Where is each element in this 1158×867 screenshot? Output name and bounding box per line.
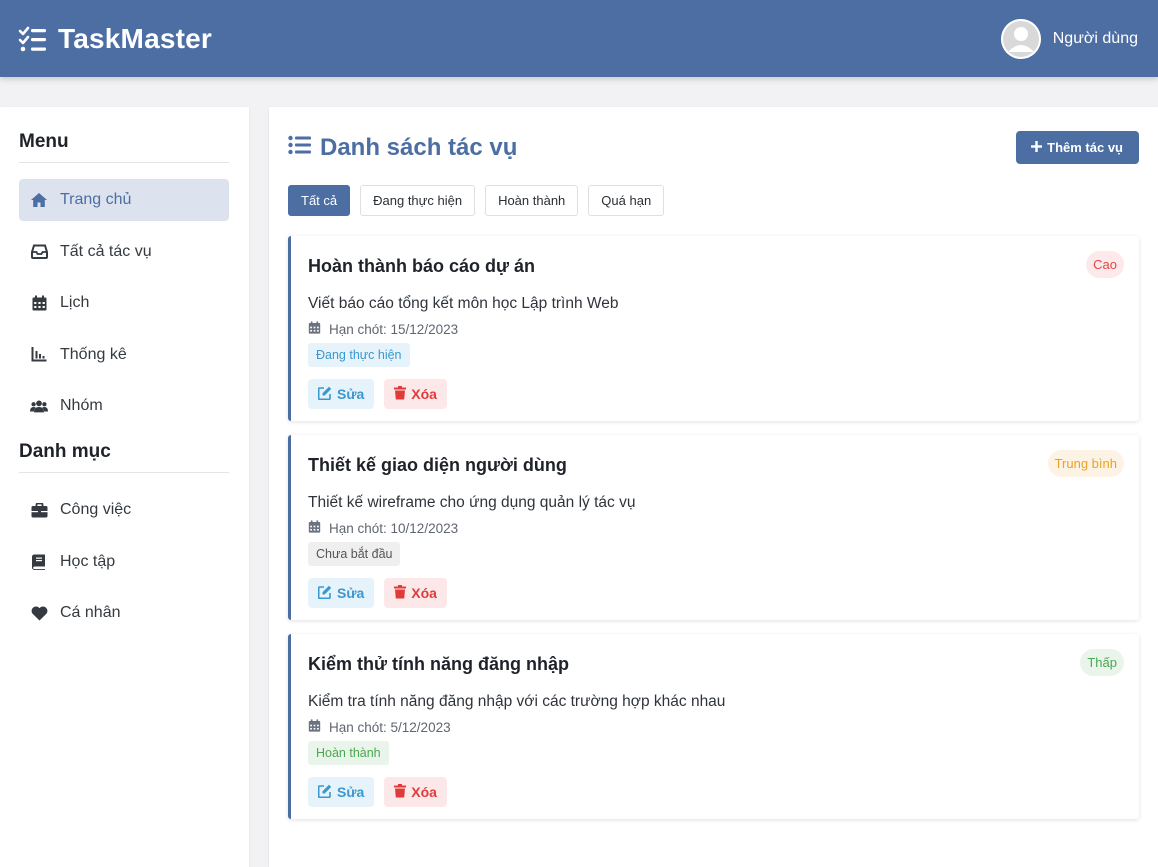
sidebar-item-group[interactable]: Nhóm (19, 385, 229, 427)
main-panel: Danh sách tác vụ Thêm tác vụ Tất cả Đang… (269, 107, 1158, 867)
task-title: Kiểm thử tính năng đăng nhập (308, 654, 570, 674)
main-header: Danh sách tác vụ Thêm tác vụ (288, 107, 1139, 187)
sidebar-item-label: Trang chủ (60, 191, 132, 208)
delete-button[interactable]: Xóa (384, 578, 447, 608)
add-task-button[interactable]: Thêm tác vụ (1016, 131, 1139, 164)
calendar-icon (308, 321, 321, 337)
filter-in-progress[interactable]: Đang thực hiện (360, 185, 476, 216)
app-title: TaskMaster (58, 22, 213, 54)
book-icon (30, 553, 48, 571)
status-badge: Chưa bắt đầu (308, 542, 401, 566)
edit-icon (317, 386, 332, 403)
edit-button[interactable]: Sửa (308, 578, 375, 608)
task-card: Hoàn thành báo cáo dự án Cao Viết báo cá… (288, 236, 1139, 421)
edit-label: Sửa (337, 585, 365, 601)
menu-heading: Menu (19, 131, 229, 163)
task-description: Kiểm tra tính năng đăng nhập với các trư… (308, 693, 726, 710)
status-badge: Đang thực hiện (308, 343, 410, 367)
heart-icon (30, 604, 48, 622)
sidebar-item-study[interactable]: Học tập (19, 541, 229, 583)
filter-overdue[interactable]: Quá hạn (588, 185, 665, 216)
delete-label: Xóa (411, 585, 437, 601)
home-icon (30, 191, 48, 209)
deadline-text: Hạn chót: 15/12/2023 (329, 321, 459, 337)
task-actions: Sửa Xóa (308, 777, 1123, 807)
edit-label: Sửa (337, 784, 365, 800)
brand[interactable]: TaskMaster (18, 23, 212, 55)
add-task-label: Thêm tác vụ (1047, 140, 1123, 155)
inbox-icon (30, 243, 48, 261)
calendar-icon (308, 719, 321, 735)
delete-label: Xóa (411, 784, 437, 800)
delete-label: Xóa (411, 386, 437, 402)
trash-icon (394, 584, 407, 602)
delete-button[interactable]: Xóa (384, 379, 447, 409)
category-heading: Danh mục (19, 441, 229, 473)
trash-icon (394, 783, 407, 801)
page-title: Danh sách tác vụ (288, 134, 517, 162)
edit-icon (317, 585, 332, 602)
calendar-icon (308, 520, 321, 536)
sidebar-item-statistics[interactable]: Thống kê (19, 334, 229, 376)
sidebar: Menu Trang chủ Tất cả tác vụ Lịch Thống … (0, 107, 249, 867)
filter-completed[interactable]: Hoàn thành (485, 185, 579, 216)
task-description: Thiết kế wireframe cho ứng dụng quản lý … (308, 494, 636, 511)
task-title: Hoàn thành báo cáo dự án (308, 256, 536, 276)
task-title: Thiết kế giao diện người dùng (308, 455, 567, 475)
sidebar-item-label: Công việc (60, 501, 132, 518)
sidebar-item-home[interactable]: Trang chủ (19, 179, 229, 221)
sidebar-item-label: Học tập (60, 552, 116, 570)
task-deadline: Hạn chót: 5/12/2023 (308, 719, 1123, 735)
user-avatar-icon (1000, 18, 1041, 59)
task-list: Hoàn thành báo cáo dự án Cao Viết báo cá… (288, 236, 1139, 819)
page-title-text: Danh sách tác vụ (320, 134, 518, 161)
chart-icon (30, 346, 48, 364)
priority-badge: Cao (1086, 251, 1124, 278)
sidebar-item-personal[interactable]: Cá nhân (19, 592, 229, 634)
edit-button[interactable]: Sửa (308, 777, 375, 807)
briefcase-icon (30, 501, 48, 519)
task-actions: Sửa Xóa (308, 379, 1123, 409)
task-card: Kiểm thử tính năng đăng nhập Thấp Kiểm t… (288, 634, 1139, 819)
task-actions: Sửa Xóa (308, 578, 1123, 608)
sidebar-item-label: Nhóm (60, 397, 103, 414)
sidebar-item-label: Thống kê (60, 345, 127, 363)
filter-all[interactable]: Tất cả (288, 185, 351, 216)
users-icon (30, 397, 48, 415)
sidebar-item-calendar[interactable]: Lịch (19, 282, 229, 324)
list-icon (288, 134, 312, 162)
sidebar-item-label: Lịch (60, 294, 90, 311)
sidebar-item-label: Tất cả tác vụ (60, 242, 152, 260)
priority-badge: Trung bình (1047, 450, 1124, 477)
sidebar-item-label: Cá nhân (60, 604, 121, 621)
calendar-icon (30, 294, 48, 312)
deadline-text: Hạn chót: 10/12/2023 (329, 520, 459, 536)
delete-button[interactable]: Xóa (384, 777, 447, 807)
priority-badge: Thấp (1080, 649, 1124, 676)
app-header: TaskMaster Người dùng (0, 0, 1158, 77)
edit-button[interactable]: Sửa (308, 379, 375, 409)
user-name[interactable]: Người dùng (1053, 30, 1138, 48)
tasks-list-icon (18, 24, 48, 54)
sidebar-item-work[interactable]: Công việc (19, 489, 229, 531)
task-description: Viết báo cáo tổng kết môn học Lập trình … (308, 295, 619, 312)
status-badge: Hoàn thành (308, 741, 389, 765)
trash-icon (394, 385, 407, 403)
task-deadline: Hạn chót: 10/12/2023 (308, 520, 1123, 536)
task-card: Thiết kế giao diện người dùng Trung bình… (288, 435, 1139, 620)
task-deadline: Hạn chót: 15/12/2023 (308, 321, 1123, 337)
deadline-text: Hạn chót: 5/12/2023 (329, 719, 451, 735)
avatar[interactable] (1000, 18, 1041, 59)
plus-icon (1031, 140, 1043, 155)
edit-icon (317, 784, 332, 801)
filter-tabs: Tất cả Đang thực hiện Hoàn thành Quá hạn (288, 185, 1139, 216)
user-menu[interactable]: Người dùng (1000, 18, 1138, 59)
edit-label: Sửa (337, 386, 365, 402)
sidebar-item-all-tasks[interactable]: Tất cả tác vụ (19, 231, 229, 273)
